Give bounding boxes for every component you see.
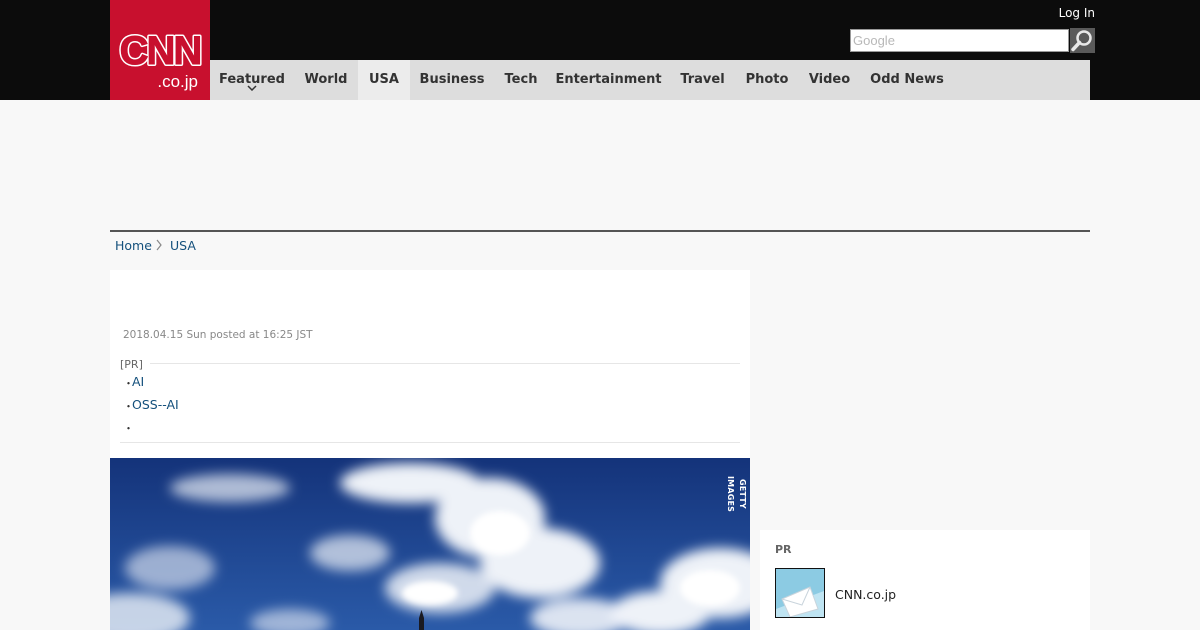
- nav-item-video[interactable]: Video: [798, 60, 861, 100]
- login-link[interactable]: Log In: [1040, 6, 1095, 20]
- cnn-logo-mark: CNN CNN .co.jp: [118, 27, 205, 91]
- nav-item-business[interactable]: Business: [410, 60, 494, 100]
- pr-link[interactable]: AI: [132, 374, 144, 389]
- nav-item-tech[interactable]: Tech: [494, 60, 548, 100]
- search-button[interactable]: [1070, 28, 1095, 53]
- nav-item-world[interactable]: World: [294, 60, 358, 100]
- pr-link[interactable]: OSS--AI: [132, 397, 179, 412]
- sidebar-pr: PR CNN.co.jp: [760, 530, 1090, 630]
- sky-photo: [110, 458, 750, 630]
- nav-item-usa[interactable]: USA: [358, 60, 410, 100]
- nav-item-entertainment[interactable]: Entertainment: [548, 60, 669, 100]
- photo-credit: GETTY IMAGES: [726, 475, 747, 513]
- magnifier-icon: [1071, 30, 1092, 52]
- chevron-down-icon: [210, 85, 294, 94]
- article-photo[interactable]: GETTY IMAGES: [110, 458, 750, 630]
- pr-label: [PR]: [120, 358, 143, 371]
- svg-text:.co.jp: .co.jp: [157, 72, 198, 91]
- search-input[interactable]: [850, 29, 1069, 52]
- sidebar-pr-thumbnail[interactable]: [775, 568, 825, 618]
- mail-envelope-icon: [776, 569, 824, 618]
- pr-bullet: ・: [123, 422, 134, 435]
- article-date: 2018.04.15 Sun posted at 16:25 JST: [123, 329, 313, 341]
- svg-text:CNN: CNN: [120, 29, 201, 73]
- main-nav: Featured World USA Business Tech Enterta…: [210, 60, 1090, 100]
- chevron-right-icon: [155, 236, 163, 258]
- section-divider: [110, 230, 1090, 232]
- breadcrumb-home[interactable]: Home: [115, 238, 152, 253]
- nav-item-photo[interactable]: Photo: [736, 60, 798, 100]
- nav-item-featured[interactable]: Featured: [210, 60, 294, 100]
- nav-item-travel[interactable]: Travel: [669, 60, 736, 100]
- breadcrumb-current[interactable]: USA: [170, 238, 196, 253]
- article-card: 2018.04.15 Sun posted at 16:25 JST [PR] …: [110, 270, 750, 630]
- sidebar-pr-text[interactable]: CNN.co.jp: [835, 587, 896, 602]
- site-logo[interactable]: CNN CNN .co.jp: [110, 0, 210, 100]
- nav-item-odd-news[interactable]: Odd News: [861, 60, 953, 100]
- pr-divider: [150, 363, 740, 364]
- pr-divider: [120, 442, 740, 443]
- sidebar-pr-label: PR: [775, 543, 792, 556]
